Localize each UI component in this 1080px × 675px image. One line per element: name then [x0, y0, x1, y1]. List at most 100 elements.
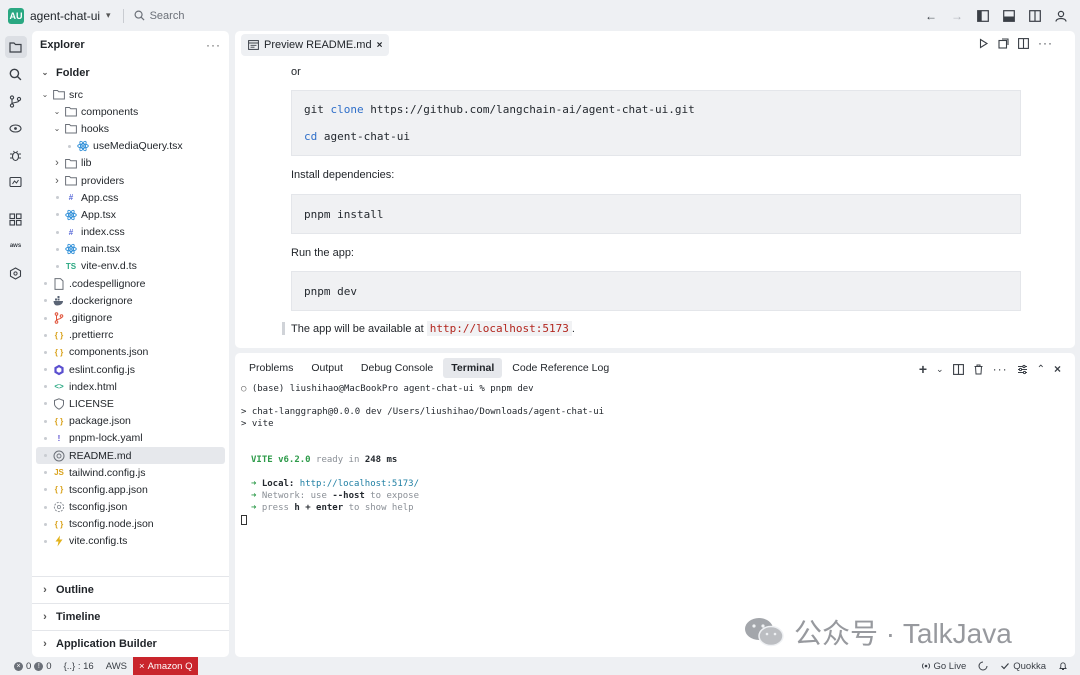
- tree-item-label: eslint.config.js: [69, 363, 135, 376]
- chevron-up-icon[interactable]: ⌃: [1037, 364, 1045, 375]
- css-icon: #: [68, 193, 74, 203]
- remote-activity[interactable]: [5, 117, 27, 139]
- amazon-q-activity[interactable]: [5, 262, 27, 284]
- tree-item[interactable]: ⌄ hooks: [36, 120, 225, 137]
- tree-item[interactable]: <> index.html: [36, 378, 225, 395]
- tree-item[interactable]: › providers: [36, 172, 225, 189]
- tree-indent-dot: [52, 231, 62, 234]
- tree-item[interactable]: ⌄ components: [36, 103, 225, 120]
- aws-status[interactable]: AWS: [100, 657, 133, 675]
- javascript-icon: JS: [54, 468, 64, 478]
- tree-item[interactable]: main.tsx: [36, 241, 225, 258]
- more-actions-icon[interactable]: ···: [206, 38, 221, 52]
- tree-item[interactable]: { } .prettierrc: [36, 327, 225, 344]
- project-switcher[interactable]: AU agent-chat-ui ▾: [8, 7, 111, 24]
- status-bar: × 0 ! 0 {..} : 16 AWS × Amazon Q Go Live…: [0, 657, 1080, 675]
- vite-icon: [53, 535, 65, 547]
- tree-indent-dot: [40, 385, 50, 388]
- tree-item[interactable]: ! pnpm-lock.yaml: [36, 430, 225, 447]
- tree-indent-dot: [40, 334, 50, 337]
- notifications-status[interactable]: [1052, 657, 1074, 675]
- tree-indent-dot: [52, 265, 62, 268]
- tree-indent-dot: [40, 523, 50, 526]
- tree-item[interactable]: { } tsconfig.app.json: [36, 481, 225, 498]
- go-live-status[interactable]: Go Live: [915, 657, 973, 675]
- code-line-cd: cd agent-chat-ui: [304, 130, 410, 143]
- tree-item[interactable]: README.md: [36, 446, 225, 465]
- braces-status[interactable]: {..} : 16: [58, 657, 100, 675]
- open-source-icon[interactable]: [998, 38, 1009, 49]
- html-icon: <>: [54, 382, 64, 392]
- explorer-activity[interactable]: [4, 36, 27, 58]
- toggle-panel-icon[interactable]: [1002, 9, 1016, 23]
- terminal-script-line: > chat-langgraph@0.0.0 dev /Users/liushi…: [241, 407, 605, 417]
- tree-item-label: App.tsx: [81, 208, 117, 221]
- search-box[interactable]: Search: [134, 10, 184, 22]
- chevron-down-icon: ⌄: [53, 107, 61, 117]
- tree-indent-dot: [40, 299, 50, 302]
- tree-item[interactable]: { } package.json: [36, 413, 225, 430]
- quokka-status[interactable]: Quokka: [994, 657, 1052, 675]
- tree-item[interactable]: LICENSE: [36, 395, 225, 412]
- section-header-outline[interactable]: › Outline: [32, 576, 229, 603]
- amazon-q-status[interactable]: × Amazon Q: [133, 657, 199, 675]
- bug-icon: [10, 150, 21, 161]
- forward-arrow-icon[interactable]: →: [950, 9, 964, 23]
- toggle-primary-sidebar-icon[interactable]: [976, 9, 990, 23]
- testing-activity[interactable]: [5, 171, 27, 193]
- section-header-timeline[interactable]: › Timeline: [32, 603, 229, 630]
- code-block-clone: git clone https://github.com/langchain-a…: [291, 90, 1021, 156]
- tree-item[interactable]: JS tailwind.config.js: [36, 464, 225, 481]
- folder-section-title: Folder: [56, 66, 90, 79]
- search-activity[interactable]: [5, 63, 27, 85]
- tree-item[interactable]: tsconfig.json: [36, 499, 225, 516]
- tree-item[interactable]: vite.config.ts: [36, 533, 225, 550]
- tab-preview-readme[interactable]: Preview README.md ×: [241, 34, 390, 56]
- split-terminal-icon[interactable]: [952, 363, 964, 375]
- source-control-activity[interactable]: [5, 90, 27, 112]
- problems-status[interactable]: × 0 ! 0: [0, 657, 58, 675]
- toggle-secondary-sidebar-icon[interactable]: [1028, 9, 1042, 23]
- debug-activity[interactable]: [5, 144, 27, 166]
- localhost-link[interactable]: http://localhost:5173: [426, 321, 572, 336]
- tree-indent-dot: [64, 145, 74, 148]
- tree-item[interactable]: .gitignore: [36, 309, 225, 326]
- tree-item[interactable]: .dockerignore: [36, 292, 225, 309]
- tree-item[interactable]: useMediaQuery.tsx: [36, 138, 225, 155]
- back-arrow-icon[interactable]: ←: [924, 9, 938, 23]
- settings-sliders-icon[interactable]: [1017, 364, 1028, 375]
- tab-debug-console[interactable]: Debug Console: [353, 358, 441, 378]
- tree-item[interactable]: { } tsconfig.node.json: [36, 516, 225, 533]
- run-icon[interactable]: [978, 38, 989, 49]
- tree-item[interactable]: App.tsx: [36, 206, 225, 223]
- close-icon[interactable]: ×: [1054, 362, 1061, 376]
- more-actions-icon[interactable]: ···: [1038, 37, 1053, 49]
- tree-item[interactable]: .codespellignore: [36, 275, 225, 292]
- tab-problems[interactable]: Problems: [241, 358, 301, 378]
- tab-code-reference-log[interactable]: Code Reference Log: [504, 358, 617, 378]
- tree-item[interactable]: TS vite-env.d.ts: [36, 258, 225, 275]
- new-terminal-icon[interactable]: +: [919, 361, 927, 377]
- tab-terminal[interactable]: Terminal: [443, 357, 503, 378]
- chevron-down-icon[interactable]: ⌄: [936, 364, 944, 375]
- trash-icon[interactable]: [973, 364, 984, 375]
- account-icon[interactable]: [1054, 9, 1068, 23]
- tree-item[interactable]: ⌄ src: [36, 86, 225, 103]
- tree-item[interactable]: › lib: [36, 155, 225, 172]
- chevron-right-icon: ›: [55, 174, 59, 187]
- more-actions-icon[interactable]: ···: [993, 362, 1008, 376]
- tree-item[interactable]: # App.css: [36, 189, 225, 206]
- split-editor-icon[interactable]: [1018, 38, 1029, 49]
- extensions-activity[interactable]: [5, 208, 27, 230]
- tree-item[interactable]: { } components.json: [36, 344, 225, 361]
- tree-item[interactable]: # index.css: [36, 224, 225, 241]
- terminal-output[interactable]: ○ (base) liushihao@MacBookPro agent-chat…: [241, 383, 604, 526]
- terminal-local-url[interactable]: http://localhost:5173/: [300, 479, 419, 489]
- close-icon[interactable]: ×: [377, 40, 383, 51]
- docker-icon: [53, 295, 65, 307]
- folder-section-header[interactable]: ⌄ Folder: [32, 59, 229, 86]
- tab-output[interactable]: Output: [303, 358, 351, 378]
- aws-activity[interactable]: aws: [5, 235, 27, 257]
- tree-item[interactable]: eslint.config.js: [36, 361, 225, 378]
- section-header-application-builder[interactable]: › Application Builder: [32, 630, 229, 657]
